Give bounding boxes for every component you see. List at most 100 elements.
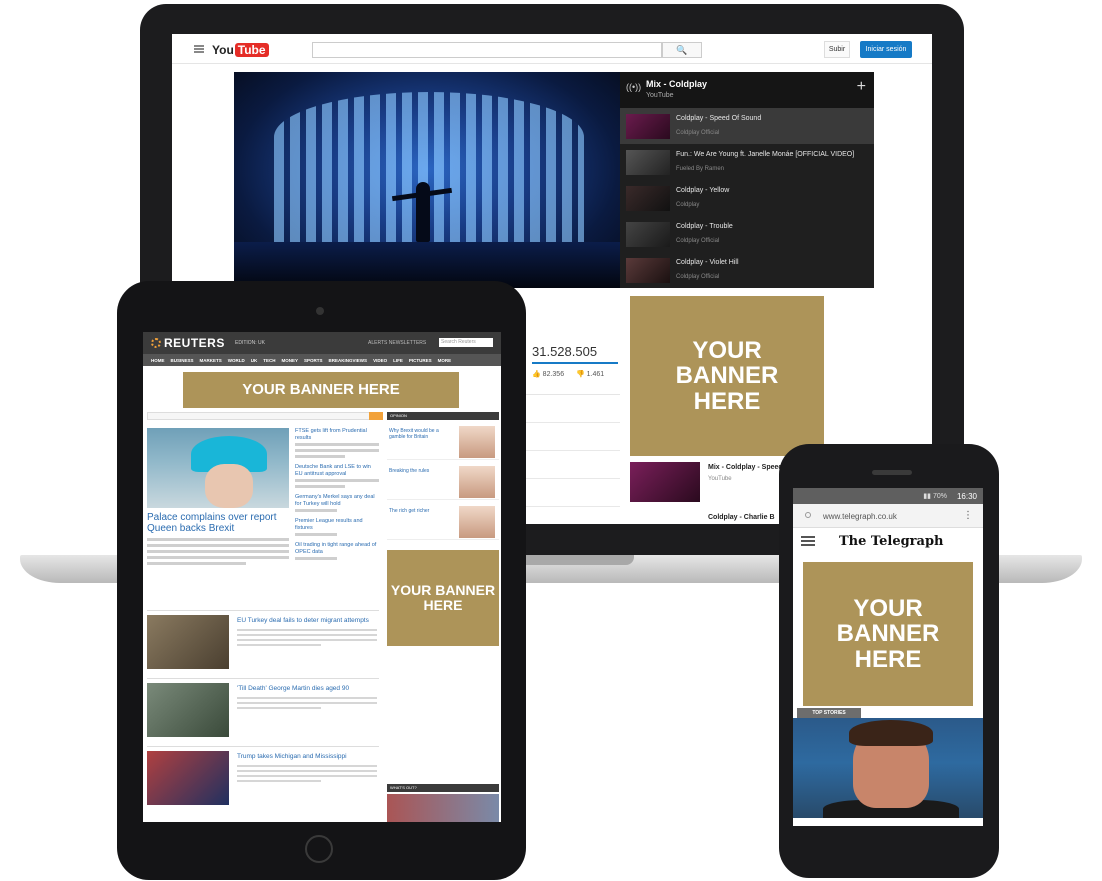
phone-speaker	[872, 470, 912, 475]
story-link[interactable]: Oil trading in tight range ahead of OPEC…	[295, 542, 379, 555]
nav-item[interactable]: LIFE	[393, 358, 403, 363]
playlist-item-channel: Coldplay Official	[676, 238, 720, 244]
search-input[interactable]	[312, 42, 662, 58]
ad-banner-tablet-side[interactable]: YOUR BANNER HERE	[387, 550, 499, 646]
nav-item[interactable]: PICTURES	[409, 358, 432, 363]
nav-item[interactable]: MORE	[438, 358, 452, 363]
nav-item[interactable]: VIDEO	[373, 358, 387, 363]
story-image	[147, 751, 229, 805]
youtube-header: You Tube 🔍 Subir Iniciar sesión	[172, 34, 932, 64]
playlist-item[interactable]: Coldplay - Trouble Coldplay Official	[620, 216, 874, 252]
story-summary	[237, 697, 377, 712]
story-link[interactable]: Deutsche Bank and LSE to win EU antitrus…	[295, 464, 379, 477]
nav-item[interactable]: MONEY	[282, 358, 299, 363]
like-ratio-bar	[532, 362, 618, 364]
add-icon[interactable]: +	[857, 78, 866, 96]
story-row[interactable]: EU Turkey deal fails to deter migrant at…	[147, 610, 379, 672]
playlist-item-title: Coldplay - Yellow	[676, 187, 730, 194]
playlist-item-channel: Coldplay Official	[676, 130, 720, 136]
playlist-item[interactable]: Fun.: We Are Young ft. Janelle Monáe [OF…	[620, 144, 874, 180]
search-icon[interactable]: 🔍	[662, 42, 702, 58]
youtube-logo[interactable]: You Tube	[212, 42, 269, 58]
hero-image[interactable]	[147, 428, 289, 508]
nav-item[interactable]: HOME	[151, 358, 165, 363]
nav-item[interactable]: BUSINESS	[171, 358, 194, 363]
video-thumbnail	[626, 258, 670, 283]
reuters-logo-text: REUTERS	[164, 336, 225, 350]
nav-item[interactable]: WORLD	[228, 358, 245, 363]
signal-icon: ▮▮ 70%	[923, 493, 947, 500]
story-link[interactable]: Premier League results and fixtures	[295, 518, 379, 531]
top-story-photo[interactable]	[793, 718, 983, 818]
video-thumbnail	[626, 186, 670, 211]
story-headline: EU Turkey deal fails to deter migrant at…	[237, 617, 369, 624]
whats-out-image[interactable]	[387, 794, 499, 822]
like-count: 82.356	[542, 371, 565, 378]
menu-icon[interactable]	[194, 45, 204, 53]
news-ticker[interactable]	[147, 412, 383, 420]
nav-item[interactable]: MARKETS	[200, 358, 222, 363]
nav-item[interactable]: UK	[251, 358, 258, 363]
playlist-panel: ((•)) Mix - Coldplay YouTube + Coldplay …	[620, 72, 874, 288]
ad-banner-phone[interactable]: YOUR BANNER HERE	[803, 562, 973, 706]
video-thumbnail	[626, 114, 670, 139]
playlist-item[interactable]: Coldplay - Speed Of Sound Coldplay Offic…	[620, 108, 874, 144]
edition-selector[interactable]: EDITION: UK	[235, 340, 265, 346]
telegraph-masthead: The Telegraph	[793, 528, 983, 554]
playlist-item[interactable]: Coldplay - Violet Hill Coldplay Official	[620, 252, 874, 288]
story-row[interactable]: Trump takes Michigan and Mississippi	[147, 746, 379, 808]
whats-out-header: WHAT'S OUT?	[387, 784, 499, 792]
story-image	[147, 683, 229, 737]
playlist-title[interactable]: Mix - Coldplay	[646, 79, 707, 89]
signin-button[interactable]: Iniciar sesión	[860, 41, 912, 58]
more-options-icon[interactable]: ⋮	[963, 510, 973, 521]
nav-item[interactable]: TECH	[263, 358, 275, 363]
author-photo	[459, 506, 495, 538]
reuters-logo[interactable]: REUTERS	[151, 336, 225, 350]
nav-item[interactable]: SPORTS	[304, 358, 323, 363]
story-link[interactable]: FTSE gets lift from Prudential results	[295, 428, 379, 441]
opinion-header: OPINION	[387, 412, 499, 420]
like-button[interactable]: 👍 82.356	[532, 370, 564, 378]
address-bar[interactable]: www.telegraph.co.uk ⋮	[793, 504, 983, 528]
nav-item[interactable]: BREAKINGVIEWS	[329, 358, 368, 363]
reuters-logo-icon	[151, 338, 161, 348]
playlist-item-title: Fun.: We Are Young ft. Janelle Monáe [OF…	[676, 151, 855, 158]
opinion-title: The rich get richer	[389, 508, 430, 514]
header-links[interactable]: ALERTS NEWSLETTERS	[368, 340, 426, 346]
related-next-title[interactable]: Coldplay - Charlie B	[708, 514, 775, 521]
ad-banner-tablet[interactable]: YOUR BANNER HERE	[183, 372, 459, 408]
dislike-count: 1.461	[586, 371, 605, 378]
dislike-button[interactable]: 👎 1.461	[576, 370, 604, 378]
video-player[interactable]	[234, 72, 620, 288]
hero-face	[205, 464, 253, 508]
lock-icon	[805, 512, 811, 518]
opinion-item[interactable]: Breaking the rules	[387, 464, 499, 500]
playlist-item[interactable]: Coldplay - Yellow Coldplay	[620, 180, 874, 216]
related-channel: YouTube	[708, 476, 732, 482]
tablet-home-button[interactable]	[305, 835, 333, 863]
author-photo	[459, 466, 495, 498]
reuters-nav: HOME BUSINESS MARKETS WORLD UK TECH MONE…	[143, 354, 501, 366]
playlist-item-channel: Coldplay Official	[676, 274, 720, 280]
reuters-header: REUTERS EDITION: UK ALERTS NEWSLETTERS S…	[143, 332, 501, 354]
opinion-title: Why Brexit would be a gamble for Britain	[389, 428, 439, 440]
upload-button[interactable]: Subir	[824, 41, 850, 58]
menu-icon[interactable]	[801, 536, 815, 546]
story-headline: Trump takes Michigan and Mississippi	[237, 753, 347, 760]
story-summary	[237, 629, 377, 649]
info-panels	[524, 394, 620, 514]
story-headline: 'Till Death' George Martin dies aged 90	[237, 685, 350, 692]
search-input[interactable]: Search Reuters	[439, 338, 493, 347]
related-title: Mix - Coldplay - Speed	[708, 464, 783, 471]
story-link[interactable]: Germany's Merkel says any deal for Turke…	[295, 494, 379, 507]
opinion-item[interactable]: Why Brexit would be a gamble for Britain	[387, 424, 499, 460]
author-photo	[459, 426, 495, 458]
story-image	[147, 615, 229, 669]
hero-headline[interactable]: Palace complains over report Queen backs…	[147, 512, 289, 534]
top-stories-tag: TOP STORIES	[797, 708, 861, 718]
telegraph-logo[interactable]: The Telegraph	[839, 534, 944, 549]
opinion-item[interactable]: The rich get richer	[387, 504, 499, 540]
ad-banner-laptop[interactable]: YOUR BANNER HERE	[630, 296, 824, 456]
story-row[interactable]: 'Till Death' George Martin dies aged 90	[147, 678, 379, 740]
